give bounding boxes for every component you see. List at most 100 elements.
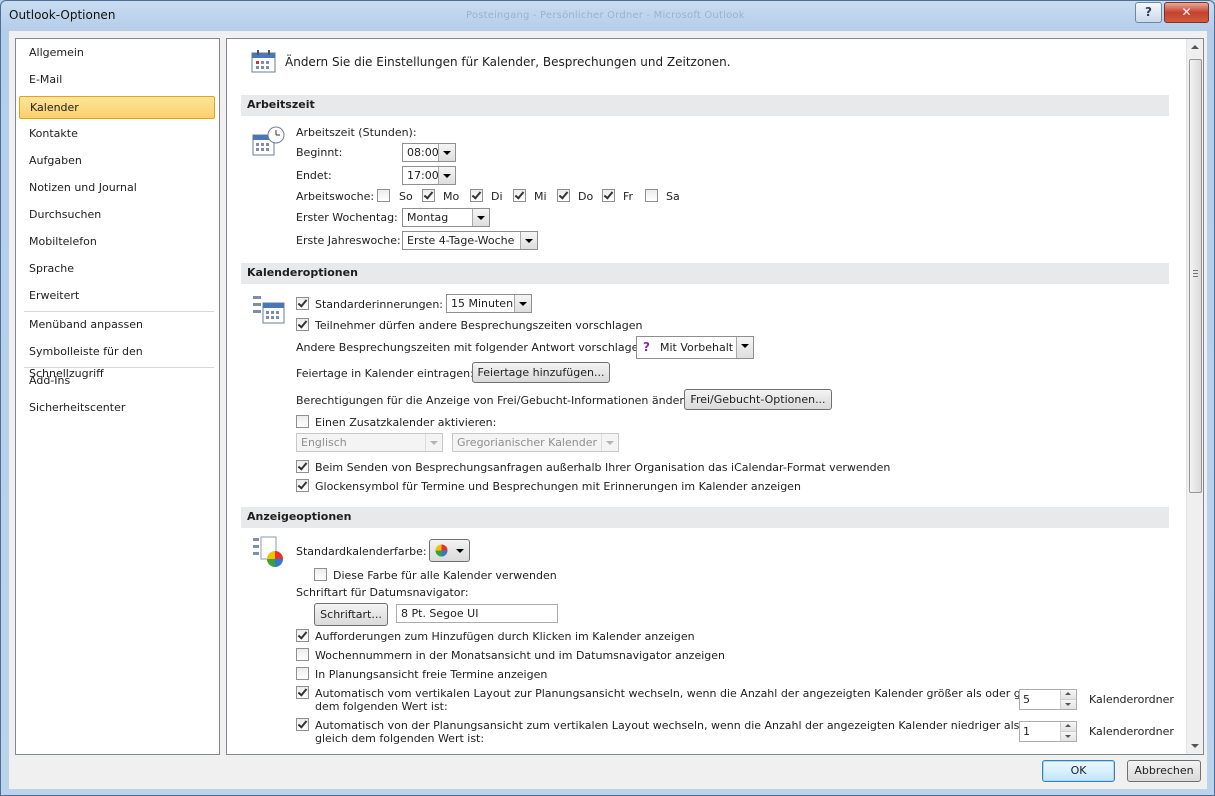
day-checkbox-fr[interactable] [602,189,615,202]
wochennummern-checkbox[interactable] [296,648,309,661]
stepper-up-icon[interactable] [1060,690,1076,700]
ok-button[interactable]: OK [1042,760,1115,782]
erster-wochentag-select[interactable]: Montag [402,208,490,227]
calendar-options-icon [253,296,285,324]
aufforderungen-checkbox[interactable] [296,629,309,642]
feiertage-hinzufuegen-button[interactable]: Feiertage hinzufügen... [472,362,610,383]
close-button[interactable]: ✕ [1164,2,1209,23]
scrollbar-thumb[interactable] [1189,59,1202,493]
feiertage-label: Feiertage in Kalender eintragen: [296,367,474,380]
endet-value: 17:00 [407,169,439,182]
day-checkbox-do[interactable] [557,189,570,202]
auto-vertikal-checkbox[interactable] [296,686,309,699]
help-button[interactable]: ? [1135,2,1162,23]
calendar-icon [251,50,276,73]
schriftart-value: 8 Pt. Segoe UI [401,607,479,620]
nav-item-label: Durchsuchen [29,208,102,221]
stepper-down-icon[interactable] [1060,732,1076,741]
icalendar-checkbox[interactable] [296,460,309,473]
chevron-down-icon [425,434,442,451]
auto-vertikal-label-line2: dem folgenden Wert ist: [315,700,448,713]
scroll-up-icon[interactable] [1191,45,1199,49]
standarderinnerungen-label: Standarderinnerungen: [315,298,443,311]
glocke-checkbox[interactable] [296,479,309,492]
nav-item-aufgaben[interactable]: Aufgaben [19,150,215,173]
zusatzkalender-checkbox[interactable] [296,415,309,428]
vertical-scrollbar[interactable] [1186,39,1203,754]
close-icon: ✕ [1181,5,1192,19]
background-window-title: Posteingang - Persönlicher Ordner - Micr… [466,10,745,21]
schriftart-button[interactable]: Schriftart... [314,603,388,626]
nav-item-schnellzugriff[interactable]: Symbolleiste für den Schnellzugriff [19,341,215,380]
zusatzkalender-sprache-select[interactable]: Englisch [296,433,443,452]
standarderinnerungen-select[interactable]: 15 Minuten [446,294,532,313]
day-label-sa: Sa [666,190,680,203]
cancel-button[interactable]: Abbrechen [1127,760,1201,782]
chevron-down-icon [514,295,531,312]
grip-line [1193,273,1198,274]
antwort-value: Mit Vorbehalt [660,341,734,354]
nav-item-sicherheitscenter[interactable]: Sicherheitscenter [19,397,215,420]
endet-select[interactable]: 17:00 [402,166,456,185]
zusatzkalender-typ-select[interactable]: Gregorianischer Kalender [452,433,619,452]
section-anzeigeoptionen: Anzeigeoptionen [241,507,1169,528]
title-bar[interactable]: Outlook-Optionen Posteingang - Persönlic… [1,1,1214,31]
kalenderfarbe-button[interactable] [429,539,470,562]
standarderinnerungen-checkbox[interactable] [296,297,309,310]
section-kalenderoptionen: Kalenderoptionen [241,263,1169,284]
nav-item-label: Kontakte [29,127,78,140]
auto-planung-stepper[interactable]: 1 [1019,721,1077,742]
chevron-down-icon [438,167,455,184]
color-wheel-icon [435,544,448,557]
day-checkbox-mo[interactable] [422,189,435,202]
tentative-icon: ? [643,340,650,354]
erster-wochentag-value: Montag [407,211,449,224]
zusatzkalender-sprache-value: Englisch [301,436,347,449]
auto-planung-value: 1 [1023,725,1030,738]
teilnehmer-checkbox[interactable] [296,318,309,331]
nav-item-mobiltelefon[interactable]: Mobiltelefon [19,231,215,254]
standardfarbe-label: Standardkalenderfarbe: [296,545,427,558]
antwort-select[interactable]: ? Mit Vorbehalt [636,336,754,359]
diese-farbe-checkbox[interactable] [314,568,327,581]
nav-item-durchsuchen[interactable]: Durchsuchen [19,204,215,227]
planungsansicht-label: In Planungsansicht freie Termine anzeige… [315,668,548,681]
nav-item-addins[interactable]: Add-Ins [19,370,215,393]
beginnt-label: Beginnt: [296,146,343,159]
schriftart-field[interactable]: 8 Pt. Segoe UI [396,604,558,623]
nav-item-allgemein[interactable]: Allgemein [19,42,215,65]
day-checkbox-di[interactable] [470,189,483,202]
schriftart-label: Schriftart für Datumsnavigator: [296,586,469,599]
glocke-label: Glockensymbol für Termine und Besprechun… [315,480,801,493]
nav-item-sprache[interactable]: Sprache [19,258,215,281]
chevron-down-icon [601,434,618,451]
arbeitswoche-label: Arbeitswoche: [296,190,375,203]
work-time-clock-icon [252,126,285,156]
day-label-mi: Mi [534,190,547,203]
nav-item-email[interactable]: E-Mail [19,69,215,92]
day-checkbox-mi[interactable] [513,189,526,202]
stepper-up-icon[interactable] [1060,722,1076,732]
nav-item-notizen[interactable]: Notizen und Journal [19,177,215,200]
beginnt-select[interactable]: 08:00 [402,143,456,162]
options-nav: Allgemein E-Mail Kalender Kontakte Aufga… [15,38,220,755]
wochennummern-label: Wochennummern in der Monatsansicht und i… [315,649,725,662]
nav-item-menueband[interactable]: Menüband anpassen [19,314,215,337]
auto-planung-checkbox[interactable] [296,718,309,731]
nav-item-label: Sicherheitscenter [29,401,126,414]
planungsansicht-checkbox[interactable] [296,667,309,680]
nav-item-kontakte[interactable]: Kontakte [19,123,215,146]
day-checkbox-so[interactable] [377,189,390,202]
stepper-down-icon[interactable] [1060,700,1076,709]
erste-jahreswoche-select[interactable]: Erste 4-Tage-Woche [402,231,538,250]
scroll-down-icon[interactable] [1191,744,1199,748]
day-checkbox-sa[interactable] [645,189,658,202]
nav-item-erweitert[interactable]: Erweitert [19,285,215,308]
day-label-mo: Mo [443,190,460,203]
frei-gebucht-optionen-button[interactable]: Frei/Gebucht-Optionen... [684,389,832,410]
auto-vertikal-stepper[interactable]: 5 [1019,689,1077,710]
options-dialog: Outlook-Optionen Posteingang - Persönlic… [0,0,1215,796]
nav-item-kalender[interactable]: Kalender [19,96,215,119]
nav-item-label: Kalender [30,101,79,114]
chevron-down-icon [456,549,464,553]
